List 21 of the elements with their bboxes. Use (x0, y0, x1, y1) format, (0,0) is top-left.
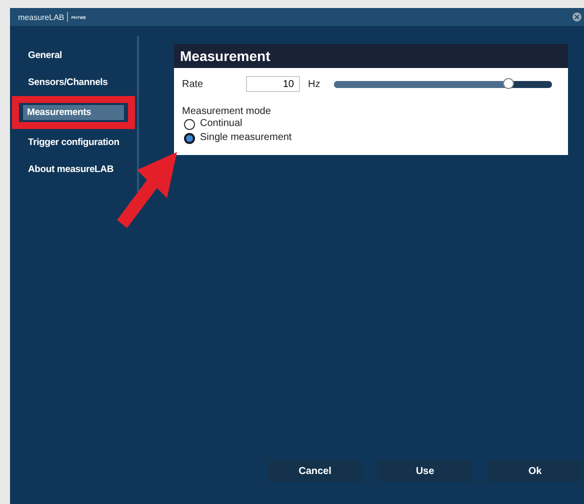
dialog-button[interactable]: Cancel (268, 460, 362, 482)
sidebar-item[interactable]: About measureLAB (24, 162, 129, 177)
rate-label: Rate (182, 78, 204, 90)
radio-button[interactable] (184, 132, 195, 144)
radio-button[interactable] (184, 118, 195, 130)
close-icon[interactable] (572, 12, 582, 22)
rate-slider[interactable] (334, 80, 552, 88)
slider-thumb[interactable] (502, 78, 514, 88)
sidebar-item[interactable]: Trigger configuration (24, 135, 129, 150)
panel-title: Measurement (174, 44, 568, 68)
rate-field[interactable]: 10 (246, 76, 300, 92)
dialog-button[interactable]: Use (378, 460, 472, 482)
sidebar-item[interactable]: Measurements (23, 105, 124, 120)
app-logo: measureLAB (18, 12, 64, 22)
sidebar-item[interactable]: General (24, 48, 129, 63)
unit-label: Hz (308, 78, 320, 90)
mode-label: Measurement mode (182, 106, 272, 117)
option-label: Single measurement (200, 131, 292, 145)
dialog-button[interactable]: Ok (488, 460, 582, 482)
option-label: Continual (200, 117, 242, 131)
sidebar-item[interactable]: Sensors/Channels (24, 75, 129, 90)
